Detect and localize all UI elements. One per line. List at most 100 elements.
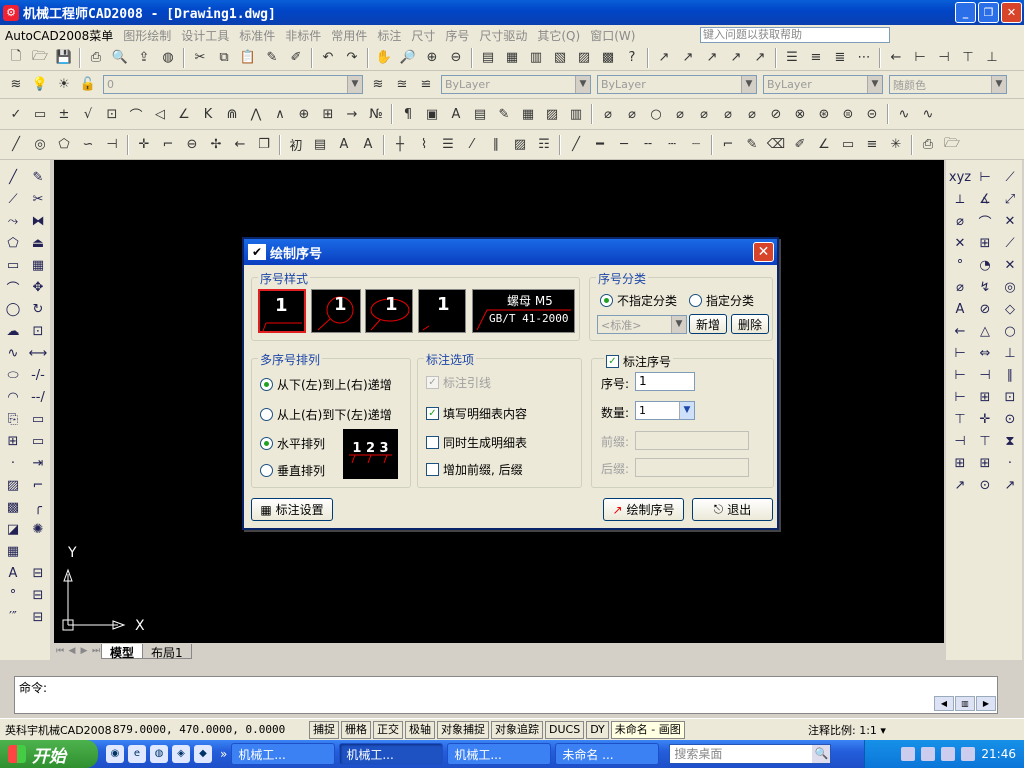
region-icon[interactable]: ◪ <box>1 518 25 540</box>
add-category-button[interactable]: 新增 <box>689 314 727 334</box>
style-tile-2[interactable]: 1 <box>311 289 361 333</box>
scissors-icon[interactable]: ✂ <box>26 188 50 210</box>
symbol3-icon[interactable]: ⊛ <box>813 104 835 124</box>
snap-parallel-icon[interactable]: ∥ <box>998 364 1022 386</box>
chinese-tool-icon[interactable]: 初 <box>285 135 307 155</box>
frame3-icon[interactable]: ⊟ <box>26 606 50 628</box>
line-icon[interactable]: ╱ <box>5 135 27 155</box>
menu-item-design-tools[interactable]: 设计工具 <box>176 27 234 44</box>
text-icon[interactable]: A <box>445 104 467 124</box>
hook-icon[interactable]: ⊣ <box>101 135 123 155</box>
snap-toggle[interactable]: 捕捉 <box>309 720 339 739</box>
leader5-icon[interactable]: ↗ <box>749 48 771 68</box>
parallel-icon[interactable]: ∥ <box>485 135 507 155</box>
mirror-icon[interactable]: ⧓ <box>26 210 50 232</box>
tray-icon[interactable] <box>921 747 936 761</box>
scroll-thumb[interactable]: ▥ <box>955 696 975 711</box>
rectangle-tool-icon[interactable]: ▭ <box>29 104 51 124</box>
style-tile-4[interactable]: 1 <box>418 289 466 333</box>
arc-length-icon[interactable]: ⌒ <box>125 104 147 124</box>
align3-icon[interactable]: ≣ <box>829 48 851 68</box>
task-button-cad[interactable]: 机械工... <box>339 743 444 765</box>
leader4-icon[interactable]: ↗ <box>725 48 747 68</box>
dim-aligned-icon[interactable]: ⟂ <box>948 188 972 210</box>
cross-icon[interactable]: ✢ <box>205 135 227 155</box>
scale-icon[interactable]: ⊡ <box>26 320 50 342</box>
tolerance-icon[interactable]: ⊞ <box>973 386 997 408</box>
frame-icon[interactable]: ⊟ <box>26 562 50 584</box>
array-icon[interactable]: ▦ <box>26 254 50 276</box>
undo-icon[interactable]: ↶ <box>317 48 339 68</box>
centerline-icon[interactable]: ┼ <box>389 135 411 155</box>
tab-model[interactable]: 模型 <box>101 643 144 660</box>
angle-icon[interactable]: ∠ <box>173 104 195 124</box>
style-tile-3[interactable]: 1 <box>365 289 413 333</box>
category-specified-radio[interactable]: 指定分类 <box>689 292 754 309</box>
fill-bom-checkbox[interactable]: ✓ 填写明细表内容 <box>426 405 527 422</box>
lineweight-select[interactable]: ByLayer ▼ <box>763 75 883 94</box>
dyn-toggle[interactable]: DY <box>586 720 609 739</box>
seq-input[interactable]: 1 <box>635 372 695 391</box>
properties-icon[interactable]: ▤ <box>477 48 499 68</box>
pen2-icon[interactable]: ✐ <box>789 135 811 155</box>
snap-from-icon[interactable]: ↗ <box>998 474 1022 496</box>
zoom-realtime-icon[interactable]: 🔎 <box>397 48 419 68</box>
category-none-radio[interactable]: 不指定分类 <box>600 292 677 309</box>
layer-select[interactable]: 0 ▼ <box>103 75 363 94</box>
arrange-horizontal-radio[interactable]: 水平排列 <box>260 435 325 452</box>
rectangle-icon[interactable]: ▭ <box>1 254 25 276</box>
menu-item-balloon[interactable]: 序号 <box>440 27 474 44</box>
quick-launch-icon[interactable]: ◉ <box>106 745 124 763</box>
offset-icon[interactable]: ⏏ <box>26 232 50 254</box>
dim-space-icon[interactable]: ⇔ <box>973 342 997 364</box>
quick-launch4-icon[interactable]: ◆ <box>194 745 212 763</box>
search-icon[interactable]: 🔍 <box>812 745 831 763</box>
exit-button[interactable]: ⎋ 退出 <box>692 498 773 521</box>
fillet-icon[interactable]: ╭ <box>26 496 50 518</box>
crosshair-icon[interactable]: ✛ <box>133 135 155 155</box>
snap-settings-icon[interactable]: ⊙ <box>973 474 997 496</box>
grid-icon[interactable]: ▥ <box>565 104 587 124</box>
arrow-left-icon[interactable]: ← <box>885 48 907 68</box>
scroll-left-icon[interactable]: ◀ <box>934 696 954 711</box>
dim2-icon[interactable]: ⊣ <box>933 48 955 68</box>
thick-line-icon[interactable]: ━ <box>589 135 611 155</box>
eraser-icon[interactable]: ⌫ <box>765 135 787 155</box>
block-editor-icon[interactable]: ✐ <box>285 48 307 68</box>
tab-first-icon[interactable]: ⏮ <box>54 646 66 656</box>
tab-layout1[interactable]: 布局1 <box>142 643 192 660</box>
tray-icon[interactable] <box>941 747 956 761</box>
dim-continue-icon[interactable]: ⊢ <box>948 342 972 364</box>
cut-icon[interactable]: ✂ <box>189 48 211 68</box>
print2-icon[interactable]: ⎙ <box>917 135 939 155</box>
dim-style-icon[interactable]: ⊞ <box>948 452 972 474</box>
dim-linear-icon[interactable]: ⊢ <box>973 166 997 188</box>
triangle-icon[interactable]: ◁ <box>149 104 171 124</box>
quick-launch2-icon[interactable]: ◍ <box>150 745 168 763</box>
snap-insert-icon[interactable]: ⊡ <box>998 386 1022 408</box>
snap-extension-icon[interactable]: ✕ <box>998 254 1022 276</box>
snap-apparent-icon[interactable]: ⟋ <box>998 232 1022 254</box>
symbol4-icon[interactable]: ⊜ <box>837 104 859 124</box>
extend-icon[interactable]: --/ <box>26 386 50 408</box>
degree-icon[interactable]: ° <box>948 254 972 276</box>
image-icon[interactable]: ▨ <box>541 104 563 124</box>
roughness-icon[interactable]: √ <box>77 104 99 124</box>
dot-line-icon[interactable]: ┄ <box>661 135 683 155</box>
leader-icon[interactable]: ↗ <box>948 474 972 496</box>
menu-item-standard-parts[interactable]: 标准件 <box>234 27 280 44</box>
degree-icon[interactable]: ° <box>1 584 25 606</box>
start-button[interactable]: 开始 <box>0 740 98 768</box>
snap-quadrant-icon[interactable]: ◇ <box>998 298 1022 320</box>
number-icon[interactable]: № <box>365 104 387 124</box>
dim-dia-icon[interactable]: ⌀ <box>948 210 972 232</box>
angle2-icon[interactable]: ∠ <box>813 135 835 155</box>
break-icon[interactable]: ▭ <box>26 408 50 430</box>
snap-perpendicular-icon[interactable]: ⊥ <box>998 342 1022 364</box>
corner-icon[interactable]: ⌐ <box>157 135 179 155</box>
point-icon[interactable]: · <box>1 452 25 474</box>
layer-state-icon[interactable]: ≊ <box>391 75 413 95</box>
globe-icon[interactable]: ◍ <box>157 48 179 68</box>
leader-checkbox[interactable]: ✓ 标注引线 <box>426 374 491 391</box>
arrange-ascending-radio[interactable]: 从下(左)到上(右)递增 <box>260 376 392 393</box>
